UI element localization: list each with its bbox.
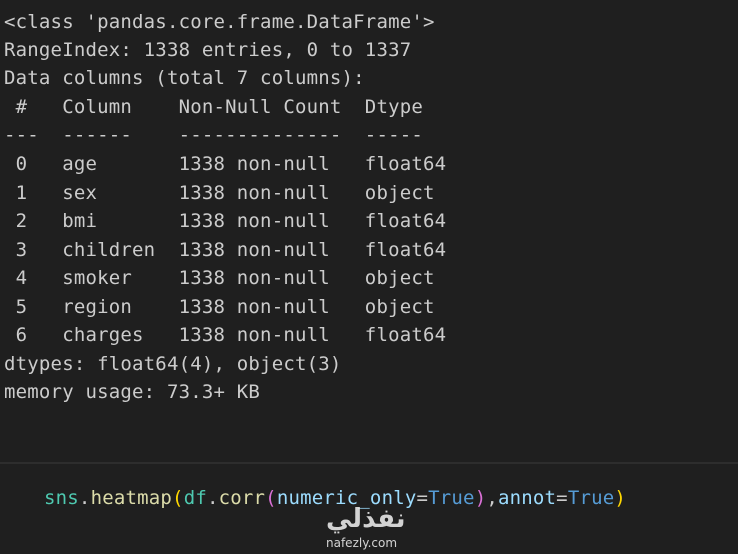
output-row-charges: 6 charges 1338 non-null float64 (4, 324, 447, 346)
notebook-screen: <class 'pandas.core.frame.DataFrame'> Ra… (0, 0, 738, 554)
code-token-true: True (428, 487, 475, 509)
code-token-close-paren: ) (614, 487, 627, 509)
output-line-data-columns: Data columns (total 7 columns): (4, 67, 365, 89)
output-row-region: 5 region 1338 non-null object (4, 296, 447, 318)
output-line-memory: memory usage: 73.3+ KB (4, 381, 261, 403)
output-row-smoker: 4 smoker 1338 non-null object (4, 267, 447, 289)
code-token-dot: . (206, 487, 219, 509)
code-token-heatmap: heatmap (90, 487, 173, 509)
output-row-sex: 1 sex 1338 non-null object (4, 182, 447, 204)
code-token-close-paren: ) (474, 487, 487, 509)
code-token-df: df (183, 487, 207, 509)
output-line-class: <class 'pandas.core.frame.DataFrame'> (4, 11, 435, 33)
code-token-corr: corr (218, 487, 266, 509)
output-line-header: # Column Non-Null Count Dtype (4, 96, 447, 118)
output-line-separator: --- ------ -------------- ----- (4, 124, 447, 146)
watermark-url-text: nafezly.com (326, 536, 398, 550)
code-token-comma: , (486, 487, 498, 509)
output-line-rangeindex: RangeIndex: 1338 entries, 0 to 1337 (4, 39, 412, 61)
cell-output: <class 'pandas.core.frame.DataFrame'> Ra… (0, 0, 738, 462)
output-line-dtypes: dtypes: float64(4), object(3) (4, 353, 342, 375)
watermark-arabic-text: نفذلي (326, 504, 406, 534)
code-token-annot: annot (497, 487, 557, 509)
code-token-open-paren: ( (265, 487, 277, 509)
watermark-logo: نفذلي nafezly.com (320, 502, 420, 554)
code-token-equals: = (556, 487, 568, 509)
output-row-bmi: 2 bmi 1338 non-null float64 (4, 210, 447, 232)
output-row-children: 3 children 1338 non-null float64 (4, 239, 447, 261)
code-token-true: True (567, 487, 615, 509)
output-row-age: 0 age 1338 non-null float64 (4, 153, 447, 175)
code-token-open-paren: ( (172, 487, 184, 509)
code-token-dot: . (78, 487, 91, 509)
code-token-sns: sns (44, 487, 79, 509)
